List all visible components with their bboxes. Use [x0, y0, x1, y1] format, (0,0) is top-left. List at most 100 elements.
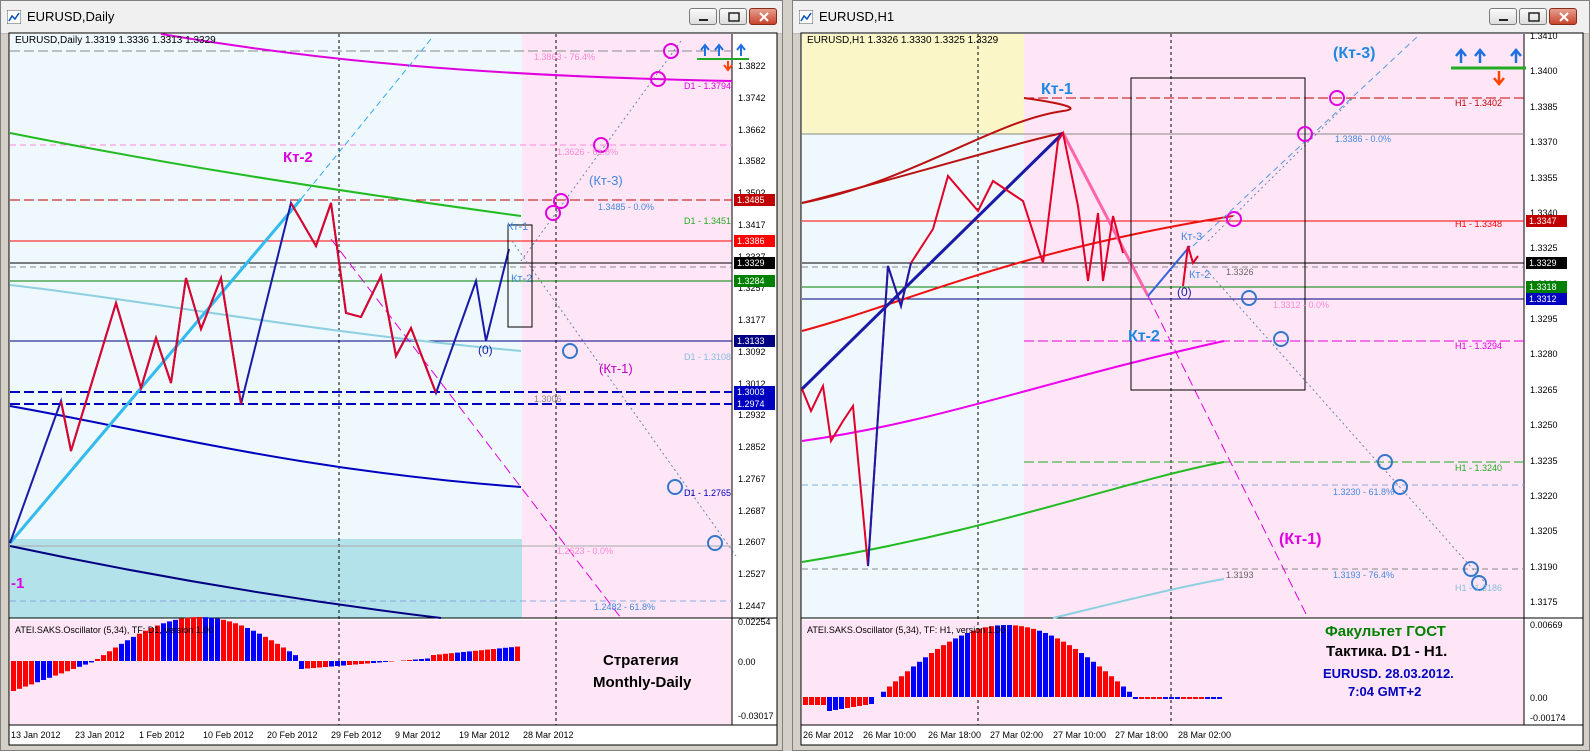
oscillator-bar — [251, 630, 256, 661]
oscillator-bar — [377, 661, 382, 663]
oscillator-bar — [263, 636, 268, 661]
price-tick-label: 1.3190 — [1530, 561, 1558, 572]
oscillator-bar — [497, 648, 502, 661]
oscillator-bar — [407, 660, 412, 661]
oscillator-bar — [341, 661, 346, 666]
osc-tick-label: -0.03017 — [738, 711, 774, 721]
kt1-label: (Кт-1) — [599, 361, 633, 376]
fib-label: D1 - 1.3451 — [684, 216, 732, 226]
price-tag: 1.3003 — [734, 386, 775, 398]
price-tick-label: 1.2527 — [738, 569, 766, 580]
oscillator-bar — [227, 621, 232, 661]
oscillator-bar — [1217, 697, 1222, 699]
faculty-title: Факультет ГОСТ — [1325, 623, 1446, 640]
oscillator-bar — [365, 661, 370, 664]
oscillator-bar — [281, 647, 286, 661]
kt1-projection-label: (Кт-1) — [1279, 531, 1322, 548]
oscillator-bar — [923, 657, 928, 697]
osc-tick-label: 0.00 — [738, 657, 756, 667]
oscillator-bar — [419, 659, 424, 661]
oscillator-bar — [233, 623, 238, 661]
price-tag: 1.3133 — [734, 335, 775, 347]
fib-label: H1 - 1.3240 — [1455, 463, 1503, 473]
oscillator-bar — [989, 626, 994, 697]
oscillator-bar — [839, 697, 844, 709]
oscillator-bar — [1139, 697, 1144, 699]
price-tag: 1.3386 — [734, 235, 775, 247]
oscillator-bar — [293, 655, 298, 661]
price-tag: 1.3318 — [1526, 281, 1567, 293]
oscillator-bar — [869, 697, 874, 704]
oscillator-bar — [485, 649, 490, 661]
oscillator-bar — [101, 655, 106, 661]
fib-label: 1.3326 — [1226, 267, 1254, 277]
oscillator-bar — [911, 666, 916, 697]
price-tick-label: 1.3370 — [1530, 137, 1558, 148]
oscillator-bar — [299, 661, 304, 669]
oscillator-bar — [347, 661, 352, 665]
price-tick-label: 1.2687 — [738, 505, 766, 516]
oscillator-bar — [1085, 657, 1090, 697]
oscillator-bar — [191, 617, 196, 661]
oscillator-bar — [383, 661, 388, 662]
fib-label: 1.3485 - 0.0% — [598, 202, 655, 212]
oscillator-bar — [119, 643, 124, 661]
fib-label: H1 - 1.3294 — [1455, 341, 1503, 351]
oscillator-bar — [821, 697, 826, 705]
fib-label: H1 - 1.3402 — [1455, 98, 1503, 108]
oscillator-bar — [1115, 681, 1120, 697]
oscillator-bar — [503, 647, 508, 661]
price-tick-label: 1.3417 — [738, 219, 766, 230]
price-tag: 1.3485 — [734, 194, 775, 206]
oscillator-bar — [1007, 625, 1012, 697]
oscillator-bar — [455, 652, 460, 661]
kt2-small-label: Кт-2 — [1189, 269, 1211, 281]
oscillator-bar — [1025, 627, 1030, 697]
oscillator-bar — [17, 661, 22, 689]
oscillator-bar — [815, 697, 820, 705]
price-tick-label: 1.3280 — [1530, 349, 1558, 360]
time-tick-label: 26 Mar 2012 — [803, 730, 854, 740]
time-tick-label: 13 Jan 2012 — [11, 730, 61, 740]
fib-label: 1.3626 - 61.8% — [557, 147, 619, 157]
kt3-label: (Кт-3) — [1333, 45, 1376, 62]
oscillator-bar — [59, 661, 64, 674]
oscillator-bar — [89, 661, 94, 663]
price-tick-label: 1.2607 — [738, 537, 766, 548]
oscillator-bar — [995, 625, 1000, 697]
oscillator-bar — [965, 632, 970, 697]
oscillator-bar — [305, 661, 310, 669]
oscillator-bar — [809, 697, 814, 705]
oscillator-bar — [1097, 666, 1102, 697]
oscillator-bar — [953, 638, 958, 697]
oscillator-bar — [317, 661, 322, 668]
price-tick-label: 1.2447 — [738, 601, 766, 611]
oscillator-bar — [329, 661, 334, 667]
left-chart-area[interactable] — [1, 1, 783, 751]
oscillator-bar — [41, 661, 46, 680]
time-tick-label: 9 Mar 2012 — [395, 730, 441, 740]
left-chart-window[interactable]: EURUSD,Daily EURUSD,Daily 1.3319 1.3336 … — [0, 0, 783, 751]
oscillator-bar — [431, 655, 436, 661]
oscillator-bar — [941, 645, 946, 697]
oscillator-bar — [143, 630, 148, 661]
time-tick-label: 29 Feb 2012 — [331, 730, 382, 740]
left-chart-header: EURUSD,Daily 1.3319 1.3336 1.3313 1.3329 — [15, 35, 216, 46]
oscillator-bar — [983, 627, 988, 697]
oscillator-bar — [1181, 697, 1186, 699]
right-chart-area[interactable] — [793, 1, 1590, 751]
fib-label: 1.2482 - 61.8% — [594, 602, 656, 612]
right-chart-window[interactable]: EURUSD,H1 EURUSD,H1 1.3326 1.3330 1.3325… — [792, 0, 1590, 751]
oscillator-bar — [389, 661, 394, 662]
time-tick-label: 28 Mar 02:00 — [1178, 730, 1232, 740]
oscillator-bar — [53, 661, 58, 676]
oscillator-bar — [473, 650, 478, 661]
oscillator-bar — [1193, 697, 1198, 699]
oscillator-bar — [827, 697, 832, 711]
price-tag: 1.3312 — [1526, 293, 1567, 305]
oscillator-bar — [971, 630, 976, 697]
oscillator-bar — [461, 652, 466, 661]
oscillator-bar — [1199, 697, 1204, 699]
fib-label: D1 - 1.2765 — [684, 488, 732, 498]
oscillator-bg — [10, 620, 732, 725]
